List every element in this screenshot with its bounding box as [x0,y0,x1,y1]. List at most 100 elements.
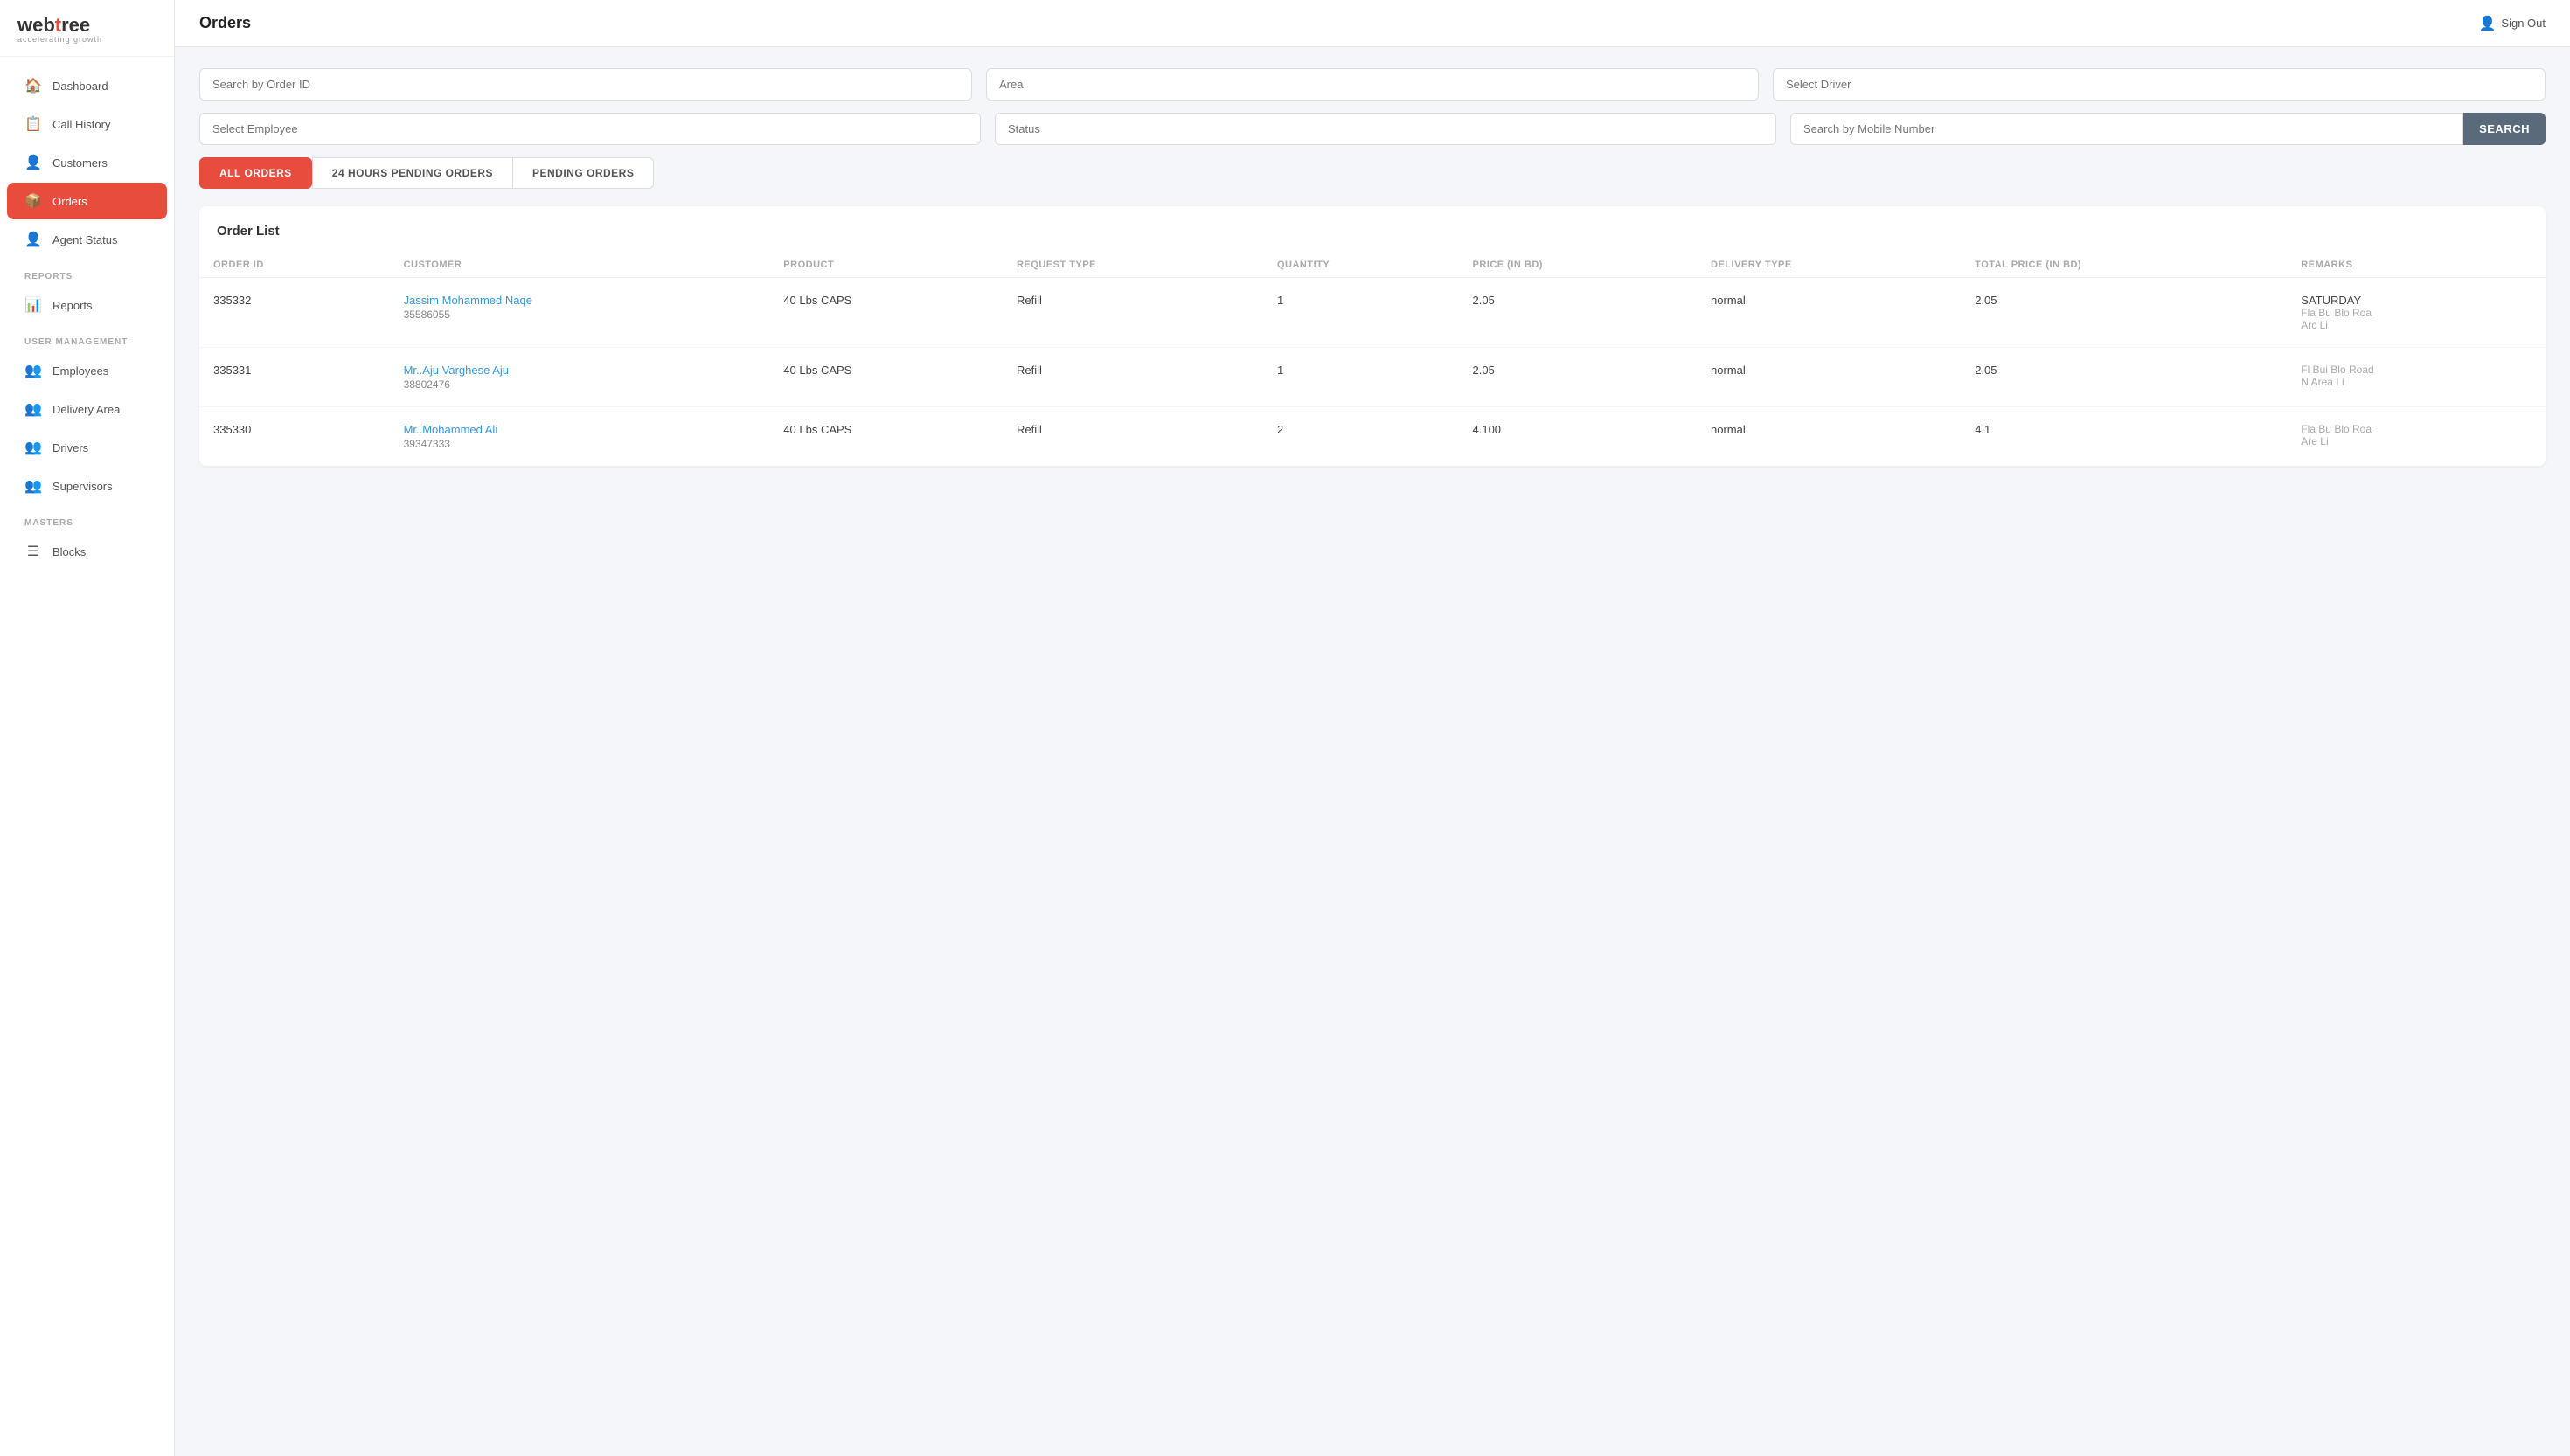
sidebar-label-supervisors: Supervisors [52,480,113,493]
sidebar-item-orders[interactable]: 📦 Orders [7,183,167,219]
sidebar-label-call-history: Call History [52,118,110,131]
cell-product: 40 Lbs CAPS [769,348,1003,407]
sign-out-button[interactable]: 👤 Sign Out [2478,15,2546,32]
col-customer: CUSTOMER [390,253,770,278]
sidebar-nav: 🏠 Dashboard 📋 Call History 👤 Customers 📦… [0,57,174,1456]
table-row[interactable]: 335330 Mr..Mohammed Ali 39347333 40 Lbs … [199,407,2546,467]
col-request-type: REQUEST TYPE [1003,253,1263,278]
table-row[interactable]: 335331 Mr..Aju Varghese Aju 38802476 40 … [199,348,2546,407]
logo: webtree accelerating growth [0,0,174,57]
cell-price: 4.100 [1459,407,1698,467]
sidebar-label-reports: Reports [52,299,93,312]
sidebar-item-call-history[interactable]: 📋 Call History [7,106,167,142]
sidebar-item-dashboard[interactable]: 🏠 Dashboard [7,67,167,104]
col-total-price: TOTAL PRICE (IN BD) [1961,253,2287,278]
tab-pending-orders[interactable]: PENDING ORDERS [513,157,654,189]
employee-select[interactable] [199,113,981,145]
cell-quantity: 1 [1263,278,1459,348]
sidebar-item-delivery-area[interactable]: 👥 Delivery Area [7,391,167,427]
cell-order-id: 335332 [199,278,390,348]
section-masters: MASTERS [0,506,174,531]
sidebar-label-blocks: Blocks [52,545,86,558]
call-history-icon: 📋 [24,115,42,133]
col-order-id: ORDER ID [199,253,390,278]
cell-total-price: 2.05 [1961,278,2287,348]
sidebar-label-drivers: Drivers [52,441,88,454]
agent-status-icon: 👤 [24,231,42,248]
logo-sub: accelerating growth [17,35,156,44]
col-remarks: REMARKS [2287,253,2546,278]
cell-order-id: 335331 [199,348,390,407]
order-list-card: Order List ORDER ID CUSTOMER PRODUCT REQ… [199,206,2546,466]
sidebar-label-employees: Employees [52,364,108,378]
orders-tbody: 335332 Jassim Mohammed Naqe 35586055 40 … [199,278,2546,467]
sidebar-label-delivery-area: Delivery Area [52,403,120,416]
sidebar-label-agent-status: Agent Status [52,233,117,246]
cell-price: 2.05 [1459,278,1698,348]
filter-row-1 [199,68,2546,101]
order-id-input[interactable] [199,68,972,101]
user-icon: 👤 [2478,15,2496,32]
cell-delivery-type: normal [1697,348,1961,407]
sidebar-item-reports[interactable]: 📊 Reports [7,287,167,323]
search-button[interactable]: SEARCH [2463,113,2546,145]
sidebar-item-agent-status[interactable]: 👤 Agent Status [7,221,167,258]
cell-delivery-type: normal [1697,278,1961,348]
cell-remarks: Fl Bui Blo Road N Area Li [2287,348,2546,407]
cell-order-id: 335330 [199,407,390,467]
cell-product: 40 Lbs CAPS [769,407,1003,467]
tab-all-orders[interactable]: ALL ORDERS [199,157,312,189]
col-product: PRODUCT [769,253,1003,278]
driver-select[interactable] [1773,68,2546,101]
cell-request-type: Refill [1003,278,1263,348]
mobile-search-group: SEARCH [1790,113,2546,145]
drivers-icon: 👥 [24,439,42,456]
orders-table: ORDER ID CUSTOMER PRODUCT REQUEST TYPE Q… [199,253,2546,466]
table-header: ORDER ID CUSTOMER PRODUCT REQUEST TYPE Q… [199,253,2546,278]
filter-row-2: SEARCH [199,113,2546,145]
employees-icon: 👥 [24,362,42,379]
customers-icon: 👤 [24,154,42,171]
area-input[interactable] [986,68,1759,101]
sidebar-item-customers[interactable]: 👤 Customers [7,144,167,181]
logo-text: webtree [17,16,156,35]
col-delivery-type: DELIVERY TYPE [1697,253,1961,278]
mobile-input[interactable] [1790,113,2463,145]
sidebar-item-employees[interactable]: 👥 Employees [7,352,167,389]
cell-customer: Mr..Mohammed Ali 39347333 [390,407,770,467]
sidebar-label-customers: Customers [52,156,108,170]
sidebar-label-orders: Orders [52,195,87,208]
status-input[interactable] [995,113,1776,145]
order-list-title: Order List [199,224,2546,253]
col-price: PRICE (IN BD) [1459,253,1698,278]
dashboard-icon: 🏠 [24,77,42,94]
top-header: Orders 👤 Sign Out [175,0,2570,47]
cell-request-type: Refill [1003,407,1263,467]
supervisors-icon: 👥 [24,477,42,495]
page-title: Orders [199,14,251,32]
section-user-management: USER MANAGEMENT [0,325,174,350]
content-area: SEARCH ALL ORDERS 24 HOURS PENDING ORDER… [175,47,2570,1456]
cell-delivery-type: normal [1697,407,1961,467]
section-reports: REPORTS [0,260,174,285]
cell-quantity: 2 [1263,407,1459,467]
sidebar-item-blocks[interactable]: ☰ Blocks [7,533,167,570]
sign-out-label: Sign Out [2501,17,2546,30]
delivery-area-icon: 👥 [24,400,42,418]
col-quantity: QUANTITY [1263,253,1459,278]
cell-total-price: 4.1 [1961,407,2287,467]
reports-icon: 📊 [24,296,42,314]
cell-customer: Mr..Aju Varghese Aju 38802476 [390,348,770,407]
table-row[interactable]: 335332 Jassim Mohammed Naqe 35586055 40 … [199,278,2546,348]
main-area: Orders 👤 Sign Out SEARCH [175,0,2570,1456]
cell-customer: Jassim Mohammed Naqe 35586055 [390,278,770,348]
cell-total-price: 2.05 [1961,348,2287,407]
cell-remarks: SATURDAY Fla Bu Blo Roa Arc Li [2287,278,2546,348]
sidebar-label-dashboard: Dashboard [52,80,108,93]
tab-24h-pending[interactable]: 24 HOURS PENDING ORDERS [312,157,513,189]
orders-icon: 📦 [24,192,42,210]
cell-quantity: 1 [1263,348,1459,407]
sidebar-item-supervisors[interactable]: 👥 Supervisors [7,468,167,504]
cell-request-type: Refill [1003,348,1263,407]
sidebar-item-drivers[interactable]: 👥 Drivers [7,429,167,466]
